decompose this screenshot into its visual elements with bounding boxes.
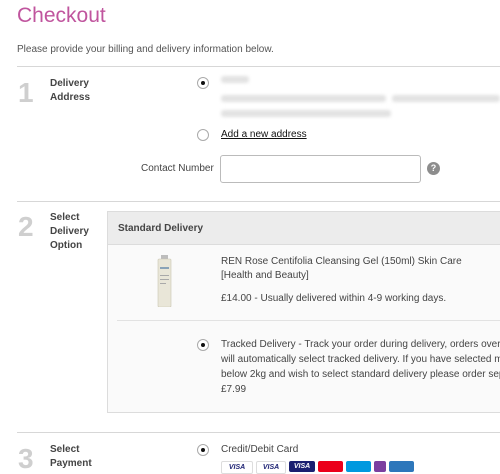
credit-card-label: Credit/Debit Card bbox=[221, 444, 299, 455]
delivery-panel-title: Standard Delivery bbox=[118, 223, 204, 234]
product-image bbox=[157, 255, 172, 307]
contact-number-input[interactable] bbox=[220, 155, 421, 183]
visa-icon: VISA bbox=[256, 461, 286, 474]
card-logo-icon bbox=[374, 461, 386, 472]
amex-icon bbox=[389, 461, 414, 472]
divider bbox=[117, 320, 500, 321]
tracked-delivery-radio[interactable] bbox=[197, 339, 209, 351]
maestro-icon bbox=[346, 461, 371, 472]
saved-address-radio[interactable] bbox=[197, 77, 209, 89]
divider bbox=[17, 432, 500, 433]
add-new-address-link[interactable]: Add a new address bbox=[221, 129, 307, 140]
visa-icon: VISA bbox=[221, 461, 253, 474]
tracked-delivery-line-3: below 2kg and wish to select standard de… bbox=[221, 369, 500, 380]
step-label-delivery-option: Select Delivery Option bbox=[50, 212, 89, 251]
tracked-delivery-line-1: Tracked Delivery - Track your order duri… bbox=[221, 339, 500, 350]
tracked-delivery-price: £7.99 bbox=[221, 384, 247, 395]
step-label-delivery-address: Delivery Address bbox=[50, 78, 91, 103]
divider bbox=[17, 66, 500, 67]
credit-card-radio[interactable] bbox=[197, 444, 209, 456]
product-price-delivery: £14.00 - Usually delivered within 4-9 wo… bbox=[221, 293, 447, 304]
tracked-delivery-line-2: will automatically select tracked delive… bbox=[221, 354, 500, 365]
card-logos: VISA VISA VISA bbox=[221, 461, 414, 474]
new-address-radio[interactable] bbox=[197, 129, 209, 141]
delivery-panel-header: Standard Delivery bbox=[107, 211, 500, 245]
contact-number-label: Contact Number bbox=[141, 163, 214, 174]
visa-electron-icon: VISA bbox=[289, 461, 315, 472]
question-circle-icon[interactable]: ? bbox=[427, 162, 440, 175]
divider bbox=[17, 201, 500, 202]
step-number-3: 3 bbox=[18, 443, 34, 474]
step-number-1: 1 bbox=[18, 77, 34, 108]
step-number-2: 2 bbox=[18, 211, 34, 242]
product-name: REN Rose Centifolia Cleansing Gel (150ml… bbox=[221, 256, 462, 267]
intro-text: Please provide your billing and delivery… bbox=[17, 44, 274, 55]
product-category: [Health and Beauty] bbox=[221, 270, 309, 281]
page-title: Checkout bbox=[17, 4, 106, 27]
mastercard-icon bbox=[318, 461, 343, 472]
step-label-payment: Select Payment bbox=[50, 444, 92, 469]
